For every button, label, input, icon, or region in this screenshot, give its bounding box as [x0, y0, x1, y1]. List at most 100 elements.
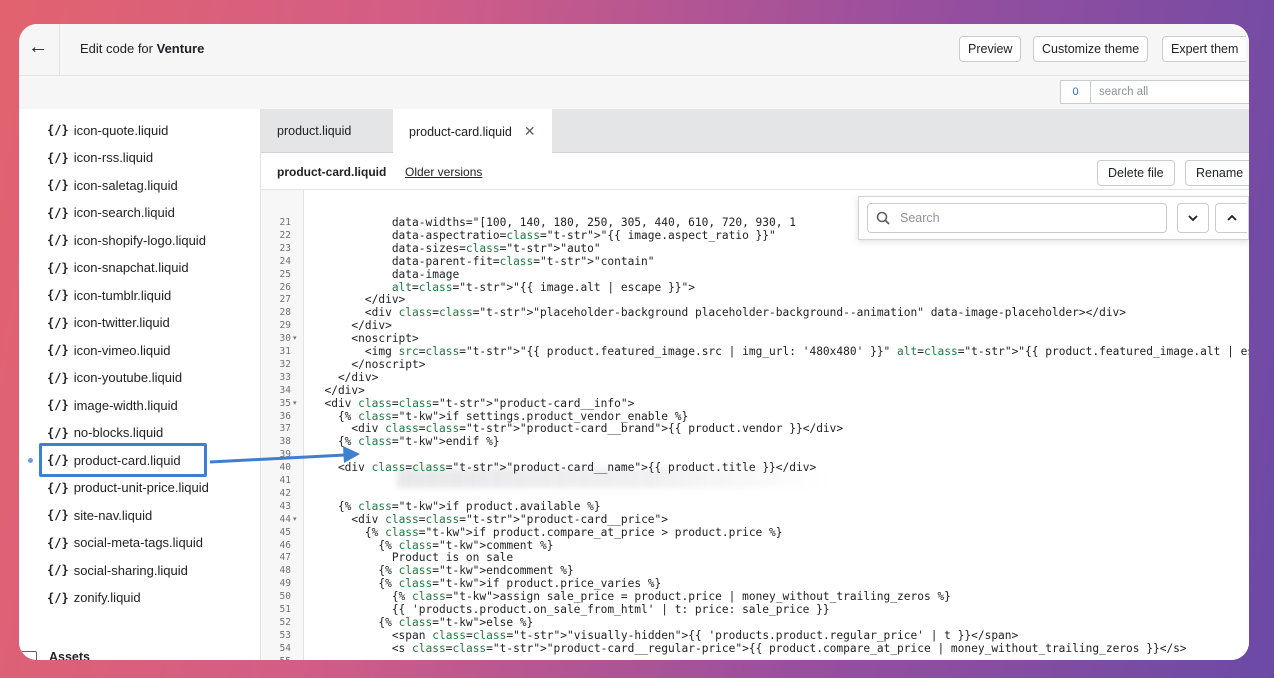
file-bar: product-card.liquid Older versions Delet… — [261, 154, 1249, 190]
line-number: 29 — [279, 320, 291, 332]
file-label: icon-youtube.liquid — [73, 370, 183, 385]
file-label: product-unit-price.liquid — [73, 480, 209, 495]
expert-theme-button[interactable]: Expert them — [1162, 36, 1247, 62]
sidebar-file-item[interactable]: {/} no-blocks.liquid — [47, 422, 163, 444]
liquid-file-icon: {/} — [47, 590, 69, 605]
back-button[interactable]: ← — [25, 34, 51, 60]
line-number: 42 — [279, 487, 291, 499]
find-placeholder: Search — [900, 211, 940, 225]
sidebar-file-item[interactable]: {/} icon-tumblr.liquid — [47, 284, 171, 306]
find-input[interactable]: Search — [867, 203, 1167, 233]
line-number: 32 — [279, 358, 291, 370]
find-next-button[interactable] — [1177, 203, 1209, 233]
line-number: 37 — [279, 423, 291, 435]
code-line: {% class="t-kw">endif %} — [311, 435, 500, 449]
folder-label: Assets — [49, 650, 90, 660]
code-line: {% class="t-kw">if product.price_varies … — [311, 577, 662, 591]
liquid-file-icon: {/} — [47, 178, 69, 192]
file-label: zonify.liquid — [73, 590, 141, 605]
code-line: </div> — [311, 383, 365, 397]
line-number: 23 — [279, 242, 291, 254]
code-line: {% class="t-kw">if product.available %} — [311, 499, 601, 513]
close-icon[interactable]: ✕ — [524, 123, 536, 140]
line-number: 38 — [279, 436, 291, 448]
code-line: data-widths="[100, 140, 180, 250, 305, 4… — [311, 216, 796, 229]
sidebar-file-item[interactable]: {/} social-meta-tags.liquid — [47, 532, 203, 554]
line-number: 25 — [279, 268, 291, 280]
code-line: data-parent-fit=class="t-str">"contain" — [311, 254, 655, 268]
customize-theme-button[interactable]: Customize theme — [1033, 36, 1149, 62]
chevron-up-icon — [1226, 214, 1237, 221]
fold-toggle[interactable]: ▾ — [293, 332, 297, 345]
code-line: {% class="t-kw">comment %} — [311, 538, 554, 552]
line-number: 52 — [279, 616, 291, 628]
line-number: 27 — [279, 294, 291, 306]
code-line: <div class=class="t-str">"product-card__… — [311, 461, 817, 475]
code-line: <div class=class="t-str">"product-card__… — [311, 512, 669, 526]
liquid-file-icon: {/} — [47, 563, 69, 577]
line-number: 48 — [279, 565, 291, 577]
code-line: alt=class="t-str">"{{ image.alt | escape… — [391, 280, 695, 294]
line-number: 40 — [279, 462, 291, 474]
sidebar-file-item[interactable]: {/} icon-vimeo.liquid — [47, 339, 171, 361]
fold-toggle[interactable]: ▾ — [293, 397, 297, 410]
line-number: 41 — [279, 475, 291, 486]
sidebar-file-item[interactable]: {/} zonify.liquid — [47, 587, 141, 609]
code-line: {% class="t-kw">if settings.product_vend… — [311, 409, 689, 423]
line-number: 50 — [279, 591, 291, 603]
sidebar-file-item[interactable]: {/} icon-rss.liquid — [47, 147, 153, 169]
line-number: 53 — [279, 629, 291, 641]
line-number: 43 — [279, 500, 291, 512]
tab-product-card-liquid[interactable]: product-card.liquid ✕ — [393, 109, 552, 154]
code-editor[interactable]: 21 data-widths="[100, 140, 180, 250, 305… — [261, 190, 1249, 660]
sidebar-file-item[interactable]: {/} icon-youtube.liquid — [47, 367, 182, 389]
sidebar-file-item[interactable]: {/} site-nav.liquid — [47, 504, 152, 526]
delete-file-button[interactable]: Delete file — [1097, 160, 1175, 186]
code-line: {{ 'products.product.on_sale_from_html' … — [311, 603, 830, 616]
sidebar-file-item[interactable]: {/} icon-snapchat.liquid — [47, 257, 189, 279]
tab-product-liquid[interactable]: product.liquid — [261, 109, 367, 153]
page-title: Edit code for Venture — [80, 41, 204, 56]
code-line: </div> — [311, 370, 379, 384]
sidebar-file-item[interactable]: {/} icon-saletag.liquid — [47, 174, 178, 196]
code-line: {% class="t-kw">else %} — [311, 615, 534, 629]
liquid-file-icon: {/} — [47, 398, 69, 412]
search-icon — [876, 211, 890, 225]
file-label: icon-rss.liquid — [73, 150, 154, 165]
code-line: <noscript> — [311, 332, 419, 346]
sidebar-file-item[interactable]: {/} image-width.liquid — [47, 394, 178, 416]
line-number: 33 — [279, 371, 291, 383]
code-line: <span class=class="t-str">"visually-hidd… — [311, 628, 1019, 642]
line-number: 36 — [279, 410, 291, 422]
sidebar-file-item[interactable]: {/} icon-shopify-logo.liquid — [47, 229, 206, 251]
liquid-file-icon: {/} — [47, 315, 69, 330]
find-previous-button[interactable] — [1215, 203, 1247, 233]
line-number: 21 — [279, 217, 291, 228]
top-bar: ← Edit code for Venture Preview Customiz… — [19, 24, 1249, 76]
sidebar-file-item[interactable]: {/} product-unit-price.liquid — [47, 477, 209, 499]
code-line: <img src=class="t-str">"{{ product.featu… — [311, 345, 1249, 358]
rename-button[interactable]: Rename — [1185, 160, 1249, 186]
search-all-input[interactable]: search all — [1090, 80, 1249, 104]
liquid-file-icon: {/} — [47, 233, 69, 247]
assets-folder[interactable]: Assets — [21, 647, 90, 660]
liquid-file-icon: {/} — [47, 370, 69, 385]
code-line: {% class="t-kw">assign sale_price = prod… — [311, 590, 951, 604]
line-number: 45 — [279, 526, 291, 538]
sidebar-file-item[interactable]: {/} social-sharing.liquid — [47, 559, 188, 581]
code-line: {% class="t-kw">if product.compare_at_pr… — [311, 525, 783, 539]
sidebar-file-item[interactable]: {/} icon-quote.liquid — [47, 119, 168, 141]
fold-toggle[interactable]: ▾ — [293, 513, 297, 526]
code-line: {% class="t-kw">endcomment %} — [311, 564, 574, 578]
sidebar-file-item[interactable]: {/} icon-search.liquid — [47, 202, 175, 224]
line-number: 24 — [279, 255, 291, 267]
preview-button[interactable]: Preview — [959, 36, 1022, 62]
file-label: site-nav.liquid — [73, 507, 153, 523]
code-line: data-aspectratio=class="t-str">"{{ image… — [311, 228, 776, 242]
current-file-name: product-card.liquid — [277, 165, 387, 179]
older-versions-link[interactable]: Older versions — [405, 165, 482, 179]
liquid-file-icon: {/} — [47, 508, 69, 522]
line-number: 28 — [279, 307, 291, 319]
code-line: </div> — [311, 293, 406, 307]
sidebar-file-item[interactable]: {/} icon-twitter.liquid — [47, 312, 170, 334]
